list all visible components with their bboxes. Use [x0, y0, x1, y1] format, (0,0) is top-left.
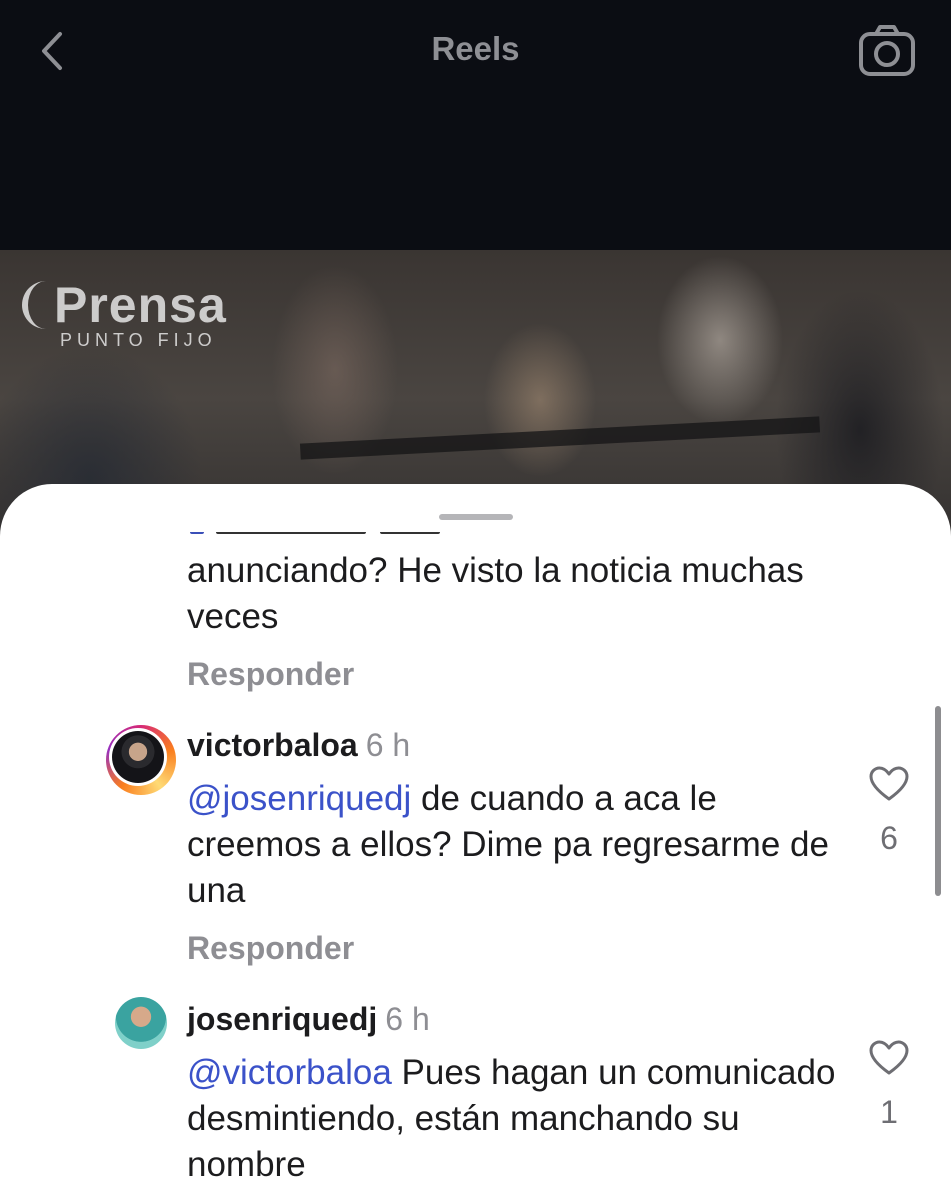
scrollbar[interactable] [935, 706, 941, 896]
comment-text: @josenriquedj de cuando a aca le creemos… [187, 779, 829, 910]
clipped-text-line [190, 532, 610, 546]
mention-link[interactable]: @victorbaloa [187, 1053, 392, 1092]
reply-button[interactable]: Responder [187, 930, 354, 967]
camera-icon[interactable] [858, 24, 916, 78]
comment-text: @victorbaloa Pues hagan un comunicado de… [187, 1053, 836, 1184]
comment-username[interactable]: josenriquedj 6 h [187, 1001, 430, 1038]
top-bar: Reels [0, 0, 951, 250]
video-scene-detail [299, 416, 821, 460]
prensa-punto-fijo-logo: Prensa PUNTO FIJO [22, 276, 227, 351]
comment-time: 6 h [385, 1001, 430, 1037]
comment-text: anunciando? He visto la noticia muchas v… [187, 551, 804, 636]
sheet-drag-handle[interactable] [439, 514, 513, 520]
like-count: 6 [880, 820, 898, 856]
mention-link[interactable]: @josenriquedj [187, 779, 411, 818]
avatar[interactable] [115, 997, 167, 1049]
comment-time: 6 h [365, 727, 411, 763]
page-title: Reels [431, 30, 520, 67]
like-count: 1 [880, 1094, 898, 1130]
comments-sheet[interactable]: anunciando? He visto la noticia muchas v… [0, 484, 951, 1200]
comment-username[interactable]: victorbaloa 6 h [187, 727, 410, 764]
heart-icon[interactable] [869, 1040, 909, 1076]
reply-button[interactable]: Responder [187, 656, 354, 693]
avatar[interactable] [106, 725, 176, 795]
heart-icon[interactable] [869, 766, 909, 802]
